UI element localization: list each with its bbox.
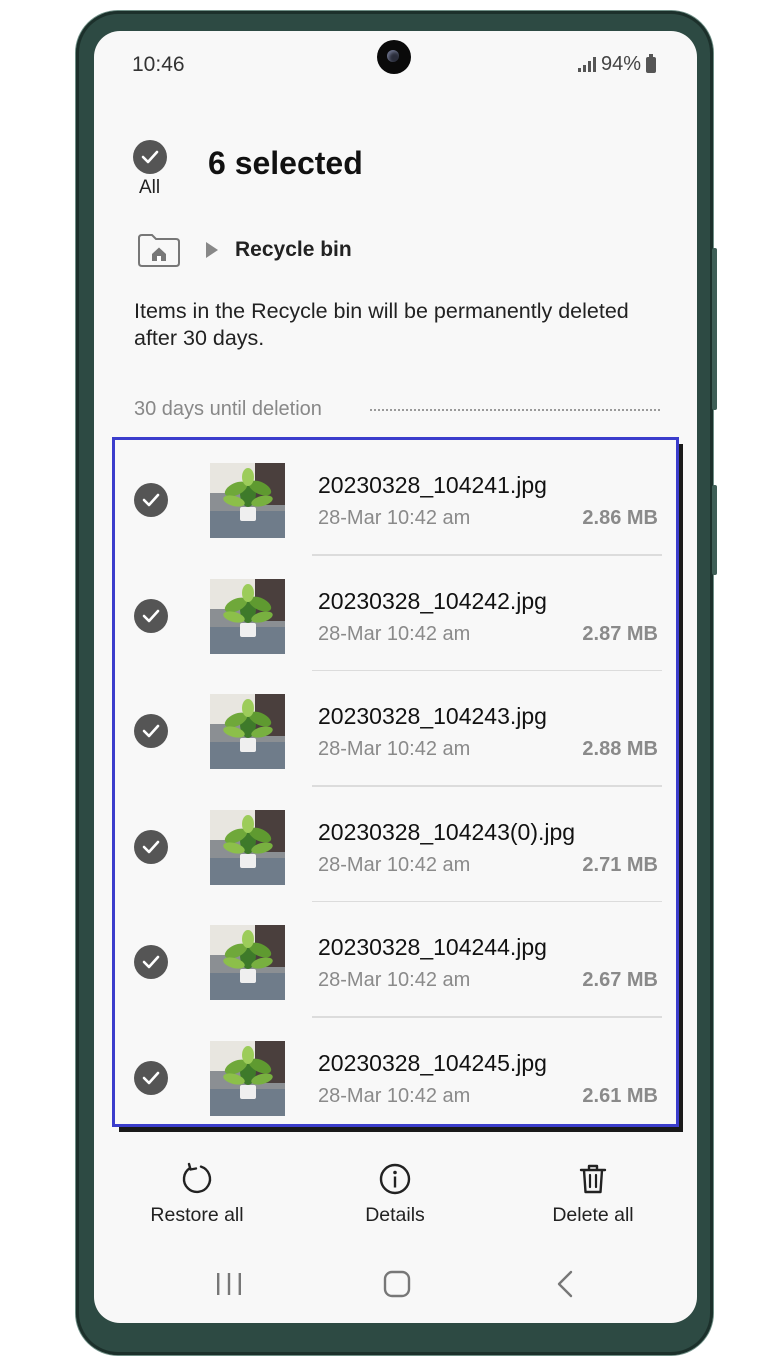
row-check-icon[interactable] bbox=[134, 483, 168, 517]
row-check-icon[interactable] bbox=[134, 945, 168, 979]
file-size: 2.67 MB bbox=[582, 969, 658, 991]
select-all-label[interactable]: All bbox=[139, 177, 160, 199]
file-name: 20230328_104244.jpg bbox=[318, 934, 547, 960]
status-time: 10:46 bbox=[132, 53, 185, 76]
restore-all-label: Restore all bbox=[150, 1204, 244, 1226]
plant-thumbnail bbox=[210, 1040, 285, 1116]
file-date: 28-Mar 10:42 am bbox=[318, 738, 471, 760]
file-name: 20230328_104245.jpg bbox=[318, 1049, 547, 1076]
file-row[interactable]: 20230328_104243.jpg 28-Mar 10:42 am 2.88… bbox=[115, 671, 676, 787]
back-icon[interactable] bbox=[556, 1270, 574, 1303]
delete-all-button[interactable]: Delete all bbox=[540, 1162, 646, 1227]
selected-count-title: 6 selected bbox=[208, 145, 363, 181]
details-button[interactable]: Details bbox=[345, 1162, 445, 1227]
file-row[interactable]: 20230328_104243(0).jpg 28-Mar 10:42 am 2… bbox=[115, 787, 676, 902]
file-date: 28-Mar 10:42 am bbox=[318, 507, 471, 529]
file-row[interactable]: 20230328_104242.jpg 28-Mar 10:42 am 2.87… bbox=[115, 556, 676, 671]
file-row[interactable]: 20230328_104245.jpg 28-Mar 10:42 am 2.61… bbox=[115, 1018, 676, 1125]
file-name: 20230328_104242.jpg bbox=[318, 587, 547, 614]
signal-icon bbox=[578, 57, 596, 72]
file-row[interactable]: 20230328_104244.jpg 28-Mar 10:42 am 2.67… bbox=[115, 902, 676, 1018]
file-row[interactable]: 20230328_104241.jpg 28-Mar 10:42 am 2.86… bbox=[115, 440, 676, 556]
breadcrumb-recycle-bin[interactable]: Recycle bin bbox=[235, 238, 352, 262]
home-folder-icon[interactable] bbox=[137, 232, 181, 273]
file-size: 2.86 MB bbox=[582, 507, 658, 529]
front-camera bbox=[377, 40, 411, 74]
status-indicators: 94% bbox=[578, 53, 657, 76]
battery-percent: 94% bbox=[601, 53, 642, 75]
row-check-icon[interactable] bbox=[134, 714, 168, 748]
file-name: 20230328_104243(0).jpg bbox=[318, 818, 576, 845]
plant-thumbnail bbox=[210, 463, 285, 538]
plant-thumbnail bbox=[210, 578, 285, 654]
row-check-icon[interactable] bbox=[134, 1060, 168, 1095]
plant-thumbnail bbox=[210, 925, 285, 1000]
retention-info-text: Items in the Recycle bin will be permane… bbox=[134, 299, 629, 350]
info-icon bbox=[379, 1163, 411, 1195]
check-all-icon[interactable] bbox=[133, 140, 167, 174]
section-header: 30 days until deletion bbox=[134, 398, 322, 420]
row-check-icon[interactable] bbox=[134, 829, 168, 864]
row-check-icon[interactable] bbox=[134, 598, 168, 633]
file-size: 2.71 MB bbox=[582, 853, 658, 876]
file-size: 2.87 MB bbox=[582, 622, 658, 645]
file-name: 20230328_104241.jpg bbox=[318, 472, 547, 498]
home-icon[interactable] bbox=[383, 1270, 411, 1303]
section-divider bbox=[370, 409, 660, 411]
file-size: 2.61 MB bbox=[582, 1084, 658, 1107]
file-name: 20230328_104243.jpg bbox=[318, 703, 547, 729]
breadcrumb-arrow-icon bbox=[205, 241, 219, 264]
file-date: 28-Mar 10:42 am bbox=[318, 969, 471, 991]
file-date: 28-Mar 10:42 am bbox=[318, 853, 471, 876]
file-date: 28-Mar 10:42 am bbox=[318, 622, 471, 645]
trash-icon bbox=[579, 1164, 607, 1194]
details-label: Details bbox=[365, 1204, 425, 1226]
restore-all-button[interactable]: Restore all bbox=[140, 1162, 254, 1227]
plant-thumbnail bbox=[210, 694, 285, 769]
volume-button bbox=[712, 248, 717, 410]
power-button bbox=[712, 485, 717, 575]
delete-all-label: Delete all bbox=[552, 1204, 634, 1226]
file-date: 28-Mar 10:42 am bbox=[318, 1084, 471, 1107]
restore-icon bbox=[182, 1162, 212, 1194]
plant-thumbnail bbox=[210, 809, 285, 885]
battery-icon bbox=[646, 53, 657, 73]
file-list: 20230328_104241.jpg 28-Mar 10:42 am 2.86… bbox=[112, 437, 679, 1127]
file-size: 2.88 MB bbox=[582, 738, 658, 760]
recents-icon[interactable] bbox=[215, 1272, 243, 1301]
